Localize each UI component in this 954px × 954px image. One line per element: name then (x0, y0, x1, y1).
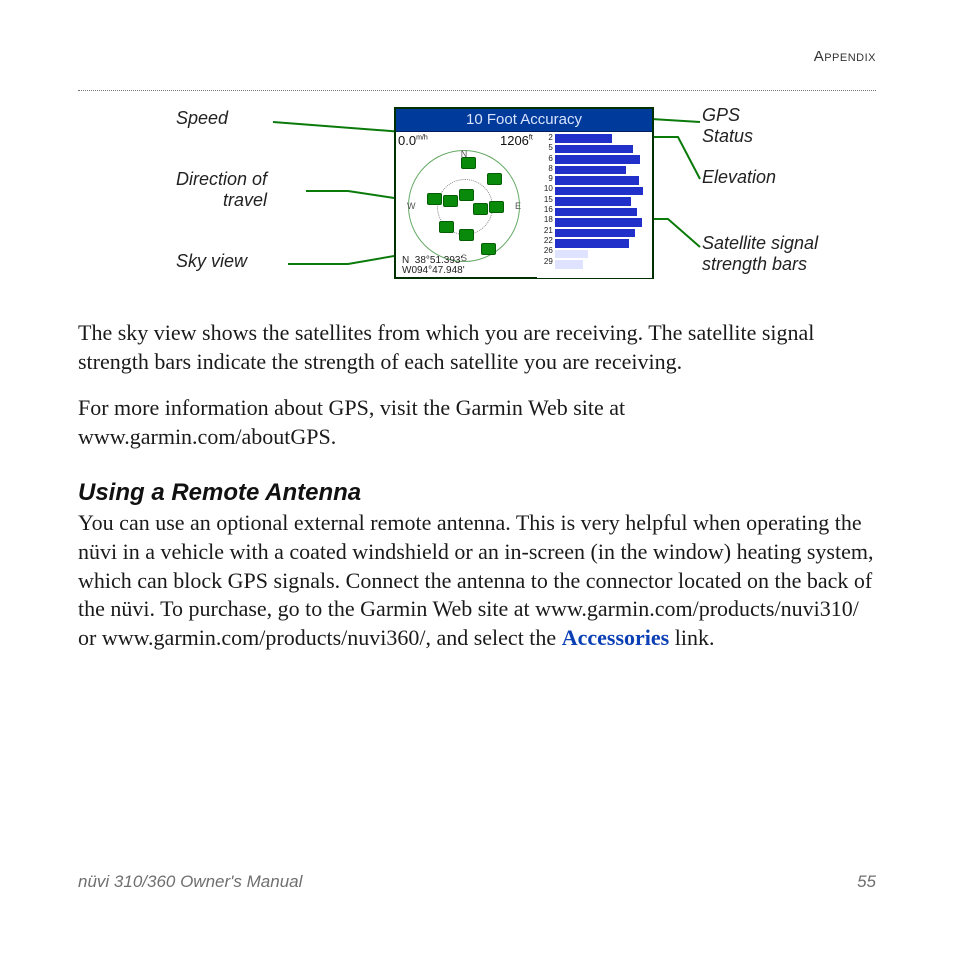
paragraph-gps-info: For more information about GPS, visit th… (78, 394, 876, 451)
section-label: Appendix (814, 48, 876, 65)
paragraph-sky-view: The sky view shows the satellites from w… (78, 319, 876, 376)
gps-status-bar: 10 Foot Accuracy (396, 109, 652, 132)
bar-labels: 2 5 6 8 9 10 15 16 18 21 22 26 29 (537, 132, 555, 278)
callout-direction: Direction of travel (176, 169, 267, 210)
coordinates: N 38°51.393' W094°47.948' (402, 256, 465, 276)
footer-page-number: 55 (857, 872, 876, 892)
callout-signal-bars: Satellite signal strength bars (702, 233, 818, 274)
speed-value: 0.0m/h (398, 133, 428, 148)
signal-bars (555, 132, 652, 278)
accessories-link[interactable]: Accessories (562, 625, 670, 650)
callout-speed: Speed (176, 108, 228, 129)
callout-gps-status: GPS Status (702, 105, 753, 146)
manual-page: Appendix Speed Direction of travel Sky v… (0, 0, 954, 954)
gps-screen: 10 Foot Accuracy 0.0m/h 1206ft N S E W (394, 107, 654, 279)
page-footer: nüvi 310/360 Owner's Manual 55 (78, 872, 876, 892)
subheading-remote-antenna: Using a Remote Antenna (78, 479, 876, 507)
compass-icon: N S E W (408, 150, 520, 262)
elevation-value: 1206ft (500, 133, 533, 148)
header-rule (78, 90, 876, 91)
footer-title: nüvi 310/360 Owner's Manual (78, 872, 302, 892)
callout-sky-view: Sky view (176, 251, 247, 272)
gps-figure: Speed Direction of travel Sky view GPS S… (78, 99, 876, 309)
sky-view-panel: 0.0m/h 1206ft N S E W (396, 132, 537, 278)
paragraph-remote-antenna: You can use an optional external remote … (78, 509, 876, 652)
callout-elevation: Elevation (702, 167, 776, 188)
page-header: Appendix (78, 40, 876, 60)
signal-bars-panel: 2 5 6 8 9 10 15 16 18 21 22 26 29 (537, 132, 652, 278)
